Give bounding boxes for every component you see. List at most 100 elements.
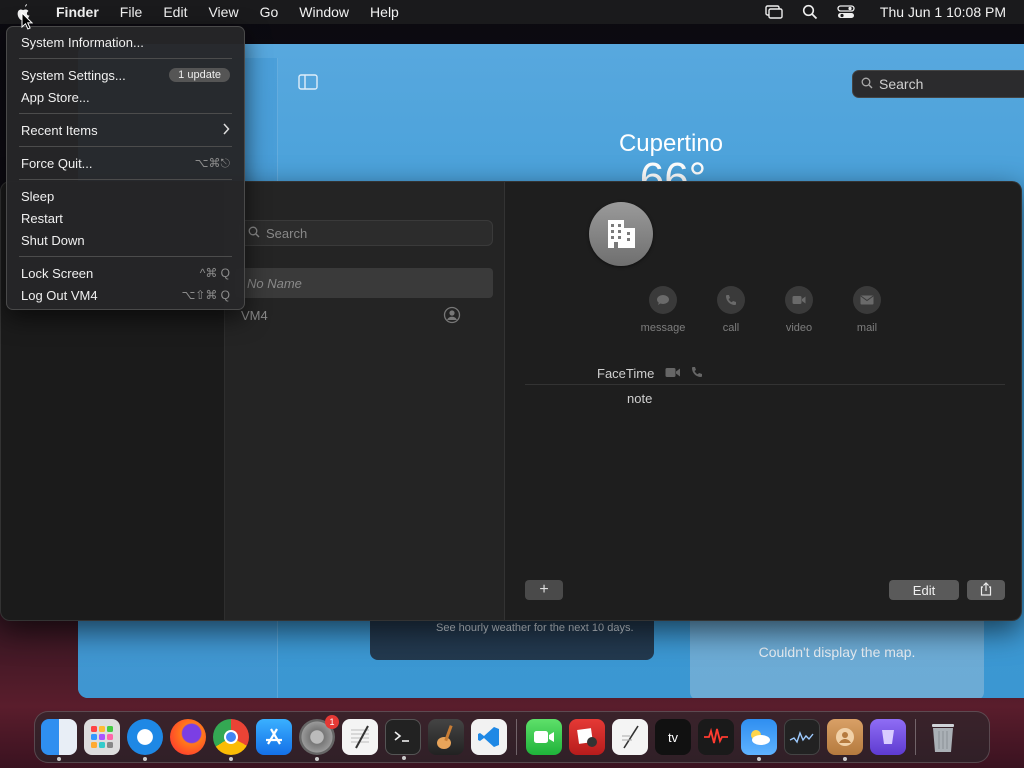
facetime-buttons: [665, 366, 703, 381]
garageband-icon[interactable]: [428, 719, 464, 755]
menu-item-lock-screen[interactable]: Lock Screen ^⌘ Q: [7, 262, 244, 284]
chevron-right-icon: [222, 122, 230, 138]
menu-item-label: Sleep: [21, 188, 55, 204]
menu-bar: Finder File Edit View Go Window Help Thu…: [0, 0, 1024, 24]
search-icon: [248, 226, 260, 241]
notification-badge: 1: [325, 715, 339, 729]
finder-icon[interactable]: [41, 719, 77, 761]
weather-search-field[interactable]: Search: [852, 70, 1024, 98]
weather-search-placeholder: Search: [879, 76, 924, 92]
menu-item-sleep[interactable]: Sleep: [7, 185, 244, 207]
map-error: Couldn't display the map.: [758, 644, 916, 660]
call-action[interactable]: call: [701, 286, 761, 334]
dock: 1 tv: [34, 711, 990, 763]
video-camera-icon: [785, 286, 813, 314]
company-avatar[interactable]: [589, 202, 653, 266]
menu-item-label: Recent Items: [21, 122, 98, 138]
message-label: message: [640, 322, 686, 334]
firefox-icon[interactable]: [170, 719, 206, 755]
edit-button[interactable]: Edit: [889, 580, 959, 600]
contacts-icon[interactable]: [827, 719, 863, 761]
vscode-icon[interactable]: [471, 719, 507, 755]
menu-item-recent-items[interactable]: Recent Items: [7, 119, 244, 141]
menu-item-label: Log Out VM4: [21, 287, 98, 303]
facetime-icon[interactable]: [526, 719, 562, 755]
mouse-cursor-icon: [21, 11, 34, 30]
contact-detail-pane: message call video mail FaceTime note + …: [505, 182, 1021, 620]
spotlight-search-icon[interactable]: [800, 4, 820, 20]
video-label: video: [785, 322, 813, 334]
apple-tv-icon[interactable]: tv: [655, 719, 691, 755]
sidebar-toggle-icon[interactable]: [298, 74, 318, 90]
photo-booth-icon[interactable]: [569, 719, 605, 755]
script-editor-icon[interactable]: [612, 719, 648, 755]
menu-item-label: Lock Screen: [21, 265, 94, 281]
menu-item-shut-down[interactable]: Shut Down: [7, 229, 244, 251]
control-center-icon[interactable]: [836, 4, 856, 20]
shortcut-label: ⌥⌘⎋: [194, 155, 230, 170]
trash-icon[interactable]: [925, 719, 961, 755]
menu-item-label: System Settings...: [21, 67, 126, 83]
app-store-icon[interactable]: [256, 719, 292, 755]
mail-action[interactable]: mail: [837, 286, 897, 334]
chrome-icon[interactable]: [213, 719, 249, 761]
share-icon: [980, 581, 992, 599]
weather-icon[interactable]: [741, 719, 777, 761]
menu-item-label: App Store...: [21, 89, 90, 105]
activity-monitor-icon[interactable]: [784, 719, 820, 755]
share-button[interactable]: [967, 580, 1005, 600]
menu-item-label: Force Quit...: [21, 155, 93, 171]
hourly-card: See hourly weather for the next 10 days.: [370, 620, 654, 660]
call-label: call: [722, 322, 740, 334]
mail-label: mail: [856, 322, 878, 334]
shortcut-label: ^⌘ Q: [199, 266, 230, 280]
menu-view[interactable]: View: [208, 4, 238, 20]
me-card-item[interactable]: VM4: [241, 308, 268, 323]
menu-clock[interactable]: Thu Jun 1 10:08 PM: [880, 4, 1006, 20]
facetime-video-icon[interactable]: [665, 366, 681, 381]
contacts-search-placeholder: Search: [266, 225, 308, 241]
menu-item-restart[interactable]: Restart: [7, 207, 244, 229]
menu-item-log-out[interactable]: Log Out VM4 ⌥⇧⌘ Q: [7, 284, 244, 306]
hourly-hint: See hourly weather for the next 10 days.: [436, 622, 634, 634]
menu-file[interactable]: File: [120, 4, 143, 20]
note-label[interactable]: note: [627, 391, 652, 406]
system-settings-icon[interactable]: 1: [299, 715, 339, 761]
screen-mirroring-icon[interactable]: [764, 4, 784, 20]
menu-separator: [19, 58, 232, 59]
add-contact-button[interactable]: +: [525, 580, 563, 600]
menu-item-force-quit[interactable]: Force Quit... ⌥⌘⎋: [7, 152, 244, 174]
contacts-list-pane: Search No Name VM4: [225, 182, 505, 620]
menu-item-app-store[interactable]: App Store...: [7, 86, 244, 108]
menu-item-system-information[interactable]: System Information...: [7, 31, 244, 53]
person-icon: [443, 306, 461, 324]
menu-separator: [19, 113, 232, 114]
menu-item-system-settings[interactable]: System Settings... 1 update: [7, 64, 244, 86]
contacts-search-field[interactable]: Search: [239, 220, 493, 246]
message-action[interactable]: message: [633, 286, 693, 334]
menu-finder[interactable]: Finder: [56, 4, 99, 20]
facetime-audio-icon[interactable]: [691, 366, 703, 381]
textedit-icon[interactable]: [342, 719, 378, 755]
menu-separator: [19, 146, 232, 147]
shortcut-label: ⌥⇧⌘ Q: [181, 288, 230, 302]
launchpad-icon[interactable]: [84, 719, 120, 755]
map-card: Couldn't display the map.: [690, 620, 984, 698]
list-item[interactable]: No Name: [235, 268, 493, 298]
safari-icon[interactable]: [127, 719, 163, 761]
video-action[interactable]: video: [769, 286, 829, 334]
menu-window[interactable]: Window: [299, 4, 349, 20]
dock-separator: [915, 719, 916, 755]
terminal-icon[interactable]: [385, 719, 421, 760]
menu-edit[interactable]: Edit: [163, 4, 187, 20]
phone-icon: [717, 286, 745, 314]
envelope-icon: [853, 286, 881, 314]
dock-separator: [516, 719, 517, 755]
menu-item-label: Restart: [21, 210, 63, 226]
menu-go[interactable]: Go: [260, 4, 279, 20]
menu-help[interactable]: Help: [370, 4, 399, 20]
message-icon: [649, 286, 677, 314]
podcasts-purple-icon[interactable]: [870, 719, 906, 755]
menu-item-label: System Information...: [21, 34, 144, 50]
voice-memos-icon[interactable]: [698, 719, 734, 755]
